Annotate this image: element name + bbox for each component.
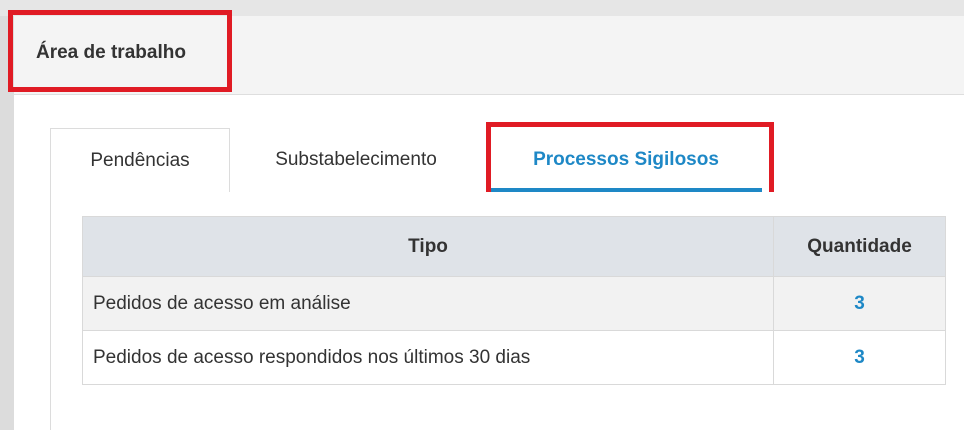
page-title: Área de trabalho: [36, 42, 186, 63]
table-row: Pedidos de acesso respondidos nos último…: [81, 330, 946, 385]
page-header: Área de trabalho: [14, 16, 964, 95]
table-header-row: Tipo Quantidade: [81, 216, 946, 277]
left-rail: [0, 16, 14, 430]
column-header-quantidade: Quantidade: [773, 216, 946, 277]
row-quantidade-cell: 3: [773, 330, 946, 385]
quantidade-link[interactable]: 3: [854, 293, 865, 314]
tab-processos-sigilosos[interactable]: Processos Sigilosos: [490, 128, 762, 192]
column-header-tipo: Tipo: [81, 216, 775, 277]
row-tipo-cell: Pedidos de acesso em análise: [81, 276, 775, 331]
tab-pendencias[interactable]: Pendências: [50, 128, 230, 192]
row-quantidade-cell: 3: [773, 276, 946, 331]
tab-substabelecimento[interactable]: Substabelecimento: [230, 128, 482, 192]
row-tipo-cell: Pedidos de acesso respondidos nos último…: [81, 330, 775, 385]
tab-bar: Pendências Substabelecimento Processos S…: [50, 128, 964, 193]
sigilosos-table: Tipo Quantidade Pedidos de acesso em aná…: [81, 216, 946, 385]
top-bar: [0, 0, 964, 16]
quantidade-link[interactable]: 3: [854, 347, 865, 368]
table-row: Pedidos de acesso em análise 3: [81, 276, 946, 331]
